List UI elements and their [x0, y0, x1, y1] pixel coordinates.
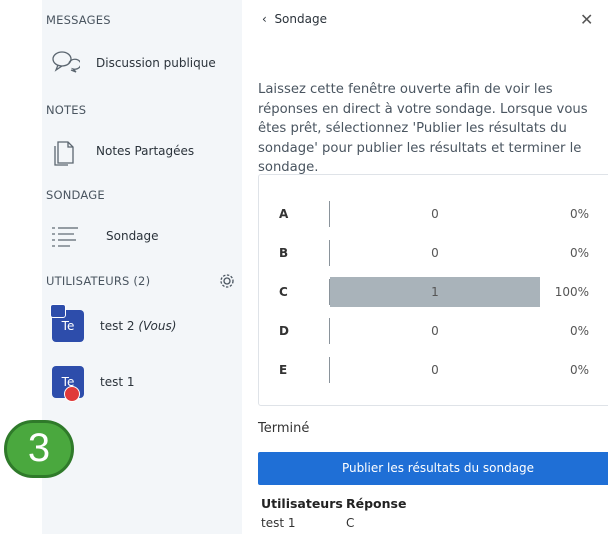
responses-header: Utilisateurs Réponse [258, 496, 598, 516]
responses-table: Utilisateurs Réponse test 1 C [258, 496, 598, 534]
table-row: test 1 C [258, 516, 598, 534]
poll-section-title: SONDAGE [46, 188, 105, 202]
gear-icon[interactable] [218, 272, 236, 290]
step-number-badge: 3 [4, 420, 74, 478]
result-row-d: D 0 0% [259, 316, 608, 346]
publish-results-button[interactable]: Publier les résultats du sondage [258, 452, 608, 485]
messages-section-title: MESSAGES [46, 13, 111, 27]
poll-results-box: A 0 0% B 0 0% C 1 100% D 0 0% E 0 0% [258, 174, 608, 406]
user-row-test-2[interactable]: Te test 2 (Vous) [42, 304, 242, 350]
poll-panel: ‹ Sondage ✕ Laissez cette fenêtre ouvert… [242, 0, 608, 534]
result-count: 0 [431, 207, 439, 221]
sidebar-item-public-chat[interactable]: Discussion publique [42, 44, 242, 84]
sidebar-item-poll[interactable]: Sondage [42, 218, 242, 258]
sidebar-item-label: Notes Partagées [96, 144, 195, 158]
result-percent: 100% [554, 285, 589, 299]
back-label: Sondage [274, 12, 327, 26]
response-user: test 1 [261, 516, 296, 530]
user-name: test 1 [100, 375, 135, 389]
poll-status: Terminé [258, 421, 310, 436]
sidebar-item-label: Sondage [106, 229, 159, 243]
result-letter: D [279, 324, 289, 338]
list-icon [52, 227, 78, 247]
result-percent: 0% [569, 246, 589, 260]
sidebar-item-shared-notes[interactable]: Notes Partagées [42, 132, 242, 172]
result-count: 0 [431, 246, 439, 260]
result-row-a: A 0 0% [259, 199, 608, 229]
back-button[interactable]: ‹ Sondage [262, 12, 327, 26]
notes-section-title: NOTES [46, 103, 87, 117]
sidebar-item-label: Discussion publique [96, 56, 216, 70]
result-row-e: E 0 0% [259, 355, 608, 385]
column-header-response: Réponse [346, 496, 407, 511]
result-percent: 0% [569, 207, 589, 221]
result-letter: C [279, 285, 288, 299]
result-percent: 0% [569, 324, 589, 338]
response-answer: C [346, 516, 355, 530]
users-section-title: UTILISATEURS (2) [46, 274, 151, 288]
result-letter: E [279, 363, 288, 377]
result-percent: 0% [569, 363, 589, 377]
column-header-users: Utilisateurs [261, 496, 343, 511]
result-row-b: B 0 0% [259, 238, 608, 268]
result-count: 0 [431, 363, 439, 377]
result-count: 1 [431, 285, 439, 299]
result-count: 0 [431, 324, 439, 338]
close-icon[interactable]: ✕ [580, 10, 593, 29]
result-row-c: C 1 100% [259, 277, 608, 307]
poll-instructions: Laissez cette fenêtre ouverte afin de vo… [258, 82, 588, 175]
user-row-test-1[interactable]: Te test 1 [42, 366, 242, 406]
presenter-icon [50, 304, 66, 318]
result-letter: B [279, 246, 289, 260]
raised-hand-icon [64, 386, 80, 402]
result-letter: A [279, 207, 289, 221]
user-name: test 2 (Vous) [100, 319, 177, 333]
chat-icon [52, 51, 80, 73]
notes-icon [54, 141, 74, 166]
